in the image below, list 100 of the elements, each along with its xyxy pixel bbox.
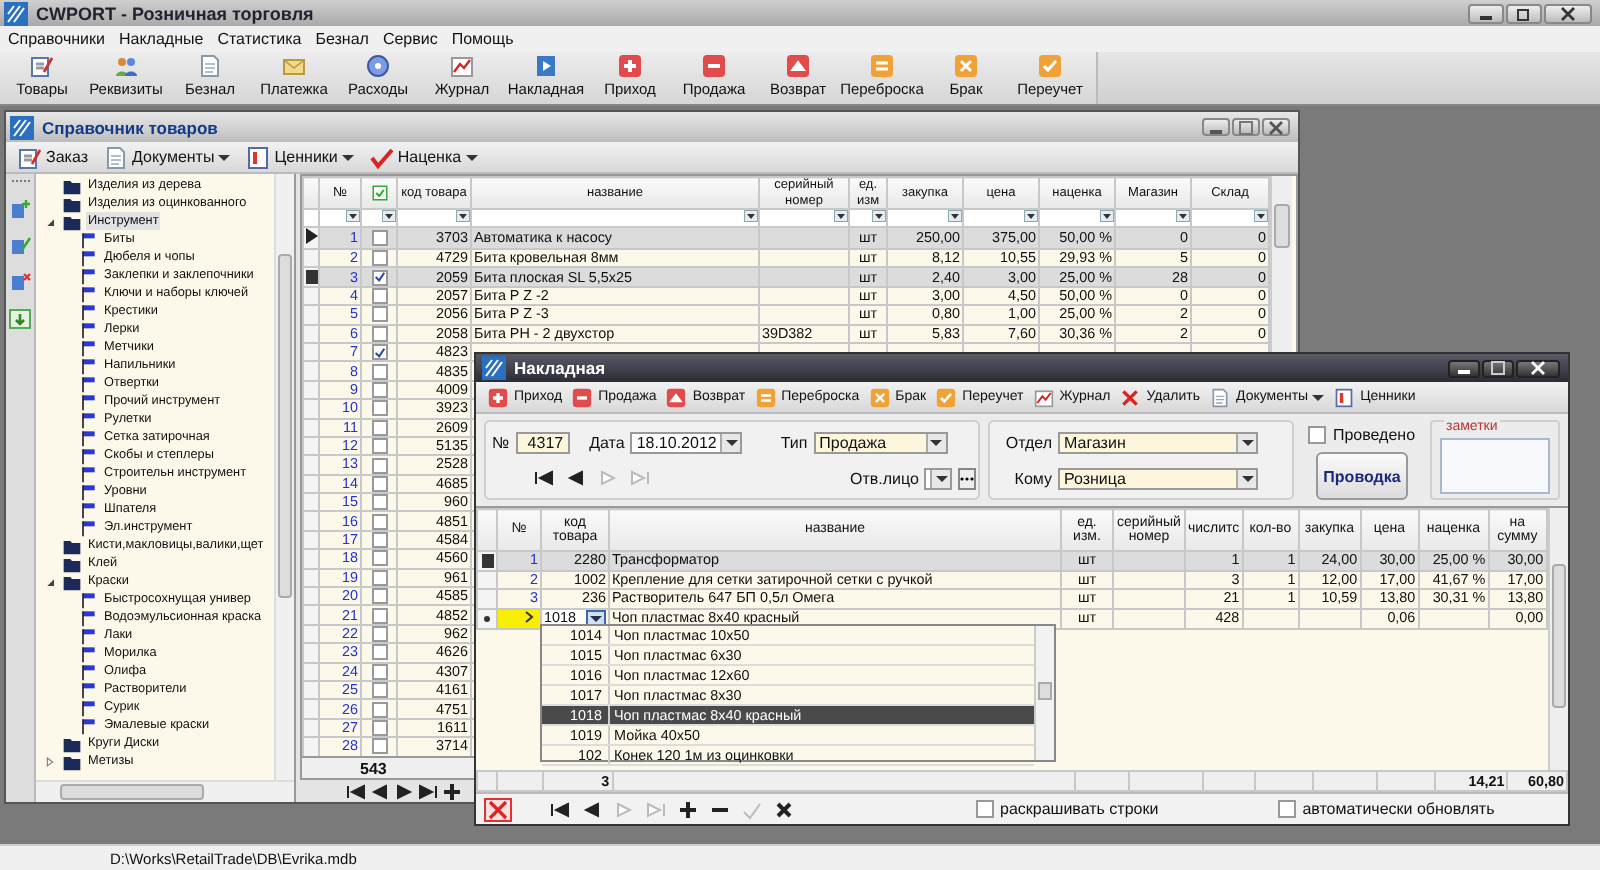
menu-item[interactable]: Накладные (118, 30, 204, 48)
checkbox[interactable] (1308, 425, 1327, 443)
checkbox[interactable] (371, 570, 387, 585)
post-button[interactable]: Проводка (1316, 452, 1408, 500)
menu-item[interactable]: Сервис (382, 30, 438, 48)
flag-icon (76, 661, 100, 681)
field-label: Тип (780, 433, 808, 451)
checkbox[interactable] (371, 664, 387, 679)
close-button[interactable] (1544, 3, 1592, 23)
folder-icon (60, 733, 84, 753)
field-label: № (492, 433, 510, 451)
checkbox[interactable] (1278, 800, 1297, 818)
scrollbar[interactable] (1548, 508, 1568, 770)
row-indicator (305, 270, 317, 285)
close-button[interactable] (1516, 359, 1560, 377)
filter-button[interactable] (1024, 211, 1037, 222)
checkbox[interactable] (371, 438, 387, 454)
add-record-button[interactable] (440, 779, 464, 803)
checkbox[interactable] (371, 345, 387, 360)
checkbox[interactable] (371, 230, 387, 247)
filter-button[interactable] (834, 211, 847, 222)
flag-icon (76, 697, 100, 717)
close-icon (1268, 119, 1284, 135)
toolbar-button[interactable]: Наценка (365, 145, 482, 169)
scrollbar[interactable] (274, 174, 294, 782)
number-field[interactable]: 4317 (515, 431, 570, 453)
filter-button[interactable] (456, 211, 469, 222)
filter-button[interactable] (744, 211, 757, 222)
minimize-button[interactable] (1448, 359, 1480, 377)
restore-button[interactable] (1506, 3, 1542, 23)
checkbox[interactable] (371, 382, 387, 398)
filter-button[interactable] (346, 211, 359, 222)
close-button[interactable] (1262, 118, 1290, 136)
flag-icon (76, 679, 100, 699)
notes-field[interactable] (1440, 438, 1550, 494)
person-dropdown[interactable] (924, 467, 953, 489)
checkbox[interactable] (371, 476, 387, 492)
type-dropdown[interactable]: Продажа (813, 431, 948, 453)
checkbox-label: раскрашивать строки (1000, 800, 1159, 818)
plus-icon (486, 387, 510, 407)
toolbar-button[interactable]: Ценники (242, 145, 358, 169)
add-record-button[interactable] (676, 797, 700, 821)
toolbar-button[interactable]: Заказ (14, 145, 92, 169)
checkbox[interactable] (371, 701, 387, 717)
checkbox[interactable] (371, 532, 387, 548)
checkbox[interactable] (371, 269, 387, 285)
checkbox[interactable] (371, 739, 387, 754)
flag-icon (76, 391, 100, 411)
menu-item[interactable]: Помощь (451, 30, 514, 48)
menu-item[interactable]: Справочники (8, 30, 105, 48)
folder-icon (60, 571, 84, 591)
flag-icon (76, 373, 100, 393)
recipient-dropdown[interactable]: Розница (1058, 467, 1258, 489)
filter-button[interactable] (1100, 211, 1113, 222)
checkbox[interactable] (371, 683, 387, 698)
filter-button[interactable] (872, 211, 885, 222)
minimize-button[interactable] (1202, 118, 1230, 136)
checkbox[interactable] (371, 514, 387, 529)
checkbox[interactable] (371, 720, 387, 736)
checkbox[interactable] (371, 551, 387, 567)
previous-record-button[interactable] (580, 797, 604, 821)
checkbox[interactable] (371, 363, 387, 379)
toolbar-button[interactable]: Документы (99, 145, 235, 169)
filter-button[interactable] (1254, 211, 1267, 222)
first-record-button[interactable] (532, 466, 556, 490)
checkbox[interactable] (371, 326, 387, 341)
price-label-icon (246, 145, 271, 169)
window-title: Справочник товаров (42, 117, 218, 137)
checkbox[interactable] (371, 457, 387, 473)
scrollbar[interactable] (36, 780, 294, 802)
checkbox[interactable] (371, 495, 387, 510)
flag-icon (76, 409, 100, 429)
field-label: Отдел (1003, 433, 1052, 451)
checkbox[interactable] (371, 589, 387, 604)
flag-icon (76, 589, 100, 609)
window-title: Накладная (514, 358, 606, 378)
checkbox[interactable] (371, 288, 387, 304)
filter-button[interactable] (382, 211, 395, 222)
department-dropdown[interactable]: Магазин (1058, 431, 1258, 453)
menu-item[interactable]: Безнал (315, 30, 369, 48)
scrollbar[interactable] (1034, 626, 1054, 760)
filter-button[interactable] (948, 211, 961, 222)
checkbox[interactable] (371, 607, 387, 623)
checkbox[interactable] (371, 420, 387, 435)
flag-icon (76, 625, 100, 645)
menu-item[interactable]: Статистика (217, 30, 302, 48)
checkbox[interactable] (371, 626, 387, 642)
checkbox[interactable] (371, 251, 387, 266)
cancel-edit-button[interactable] (772, 797, 796, 821)
checkbox[interactable] (976, 800, 994, 818)
minimize-button[interactable] (1468, 3, 1504, 23)
more-icon[interactable] (958, 467, 977, 489)
checkbox[interactable] (371, 645, 387, 661)
first-record-button[interactable] (548, 797, 572, 821)
swap-icon (870, 54, 894, 78)
checkbox[interactable] (371, 307, 387, 323)
maximize-button[interactable] (1482, 359, 1514, 377)
filter-button[interactable] (1176, 211, 1189, 222)
date-field[interactable]: 18.10.2012 (630, 431, 743, 453)
checkbox[interactable] (371, 401, 387, 416)
